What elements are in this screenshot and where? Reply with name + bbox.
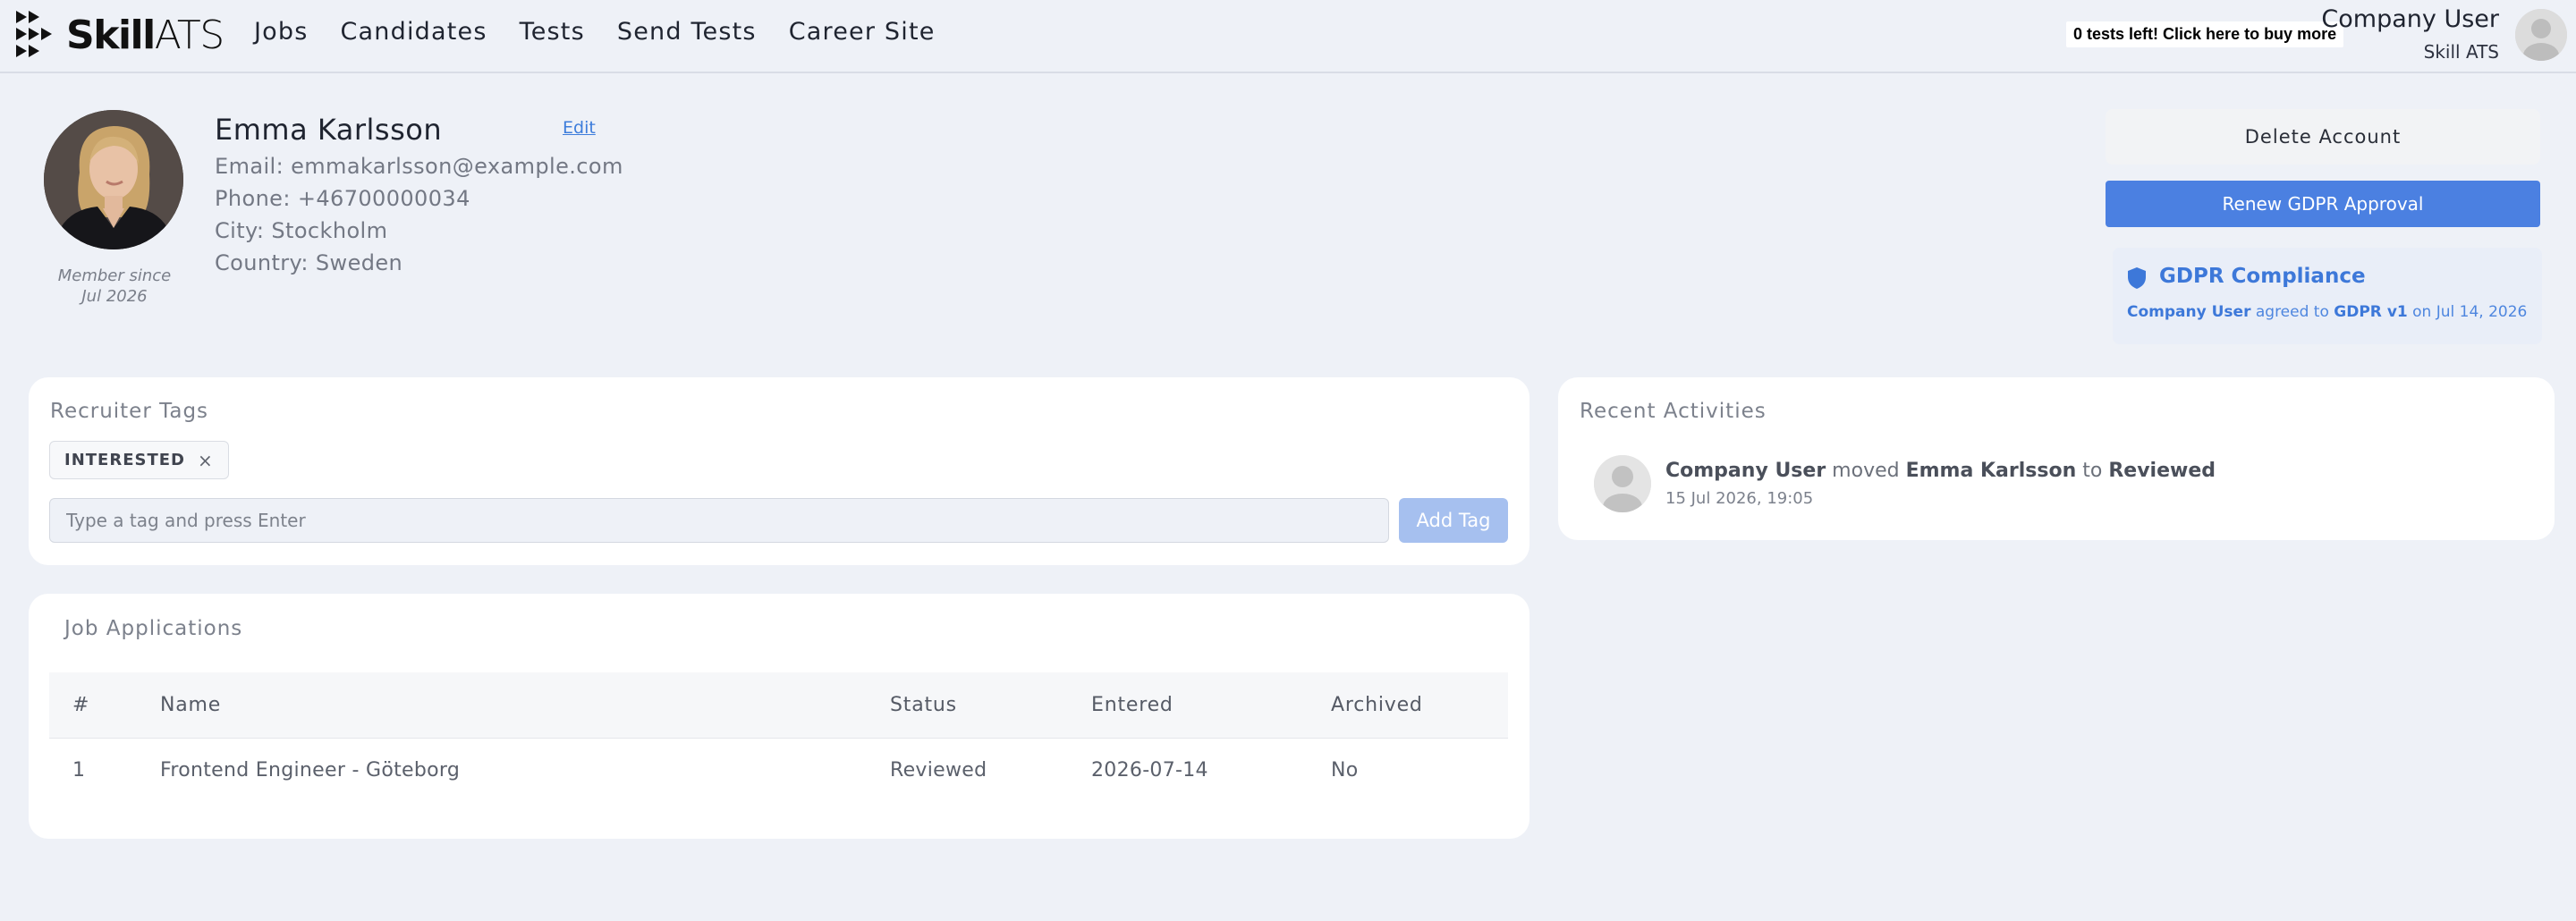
col-header-status[interactable]: Status <box>890 672 1091 739</box>
activity-actor: Company User <box>1665 460 1826 482</box>
candidate-photo <box>44 110 183 249</box>
candidate-name: Emma Karlsson <box>215 113 443 147</box>
candidate-country: Country: Sweden <box>215 250 403 275</box>
user-name: Company User <box>2321 5 2499 33</box>
job-applications-table: # Name Status Entered Archived 1 Fronten… <box>49 672 1508 802</box>
gdpr-agreed-text: agreed to <box>2255 303 2329 321</box>
gdpr-compliance-box <box>2113 248 2542 344</box>
candidate-city: City: Stockholm <box>215 218 388 243</box>
cell-job-name[interactable]: Frontend Engineer - Göteborg <box>160 738 890 802</box>
avatar-placeholder-icon <box>1594 455 1651 512</box>
col-header-entered[interactable]: Entered <box>1091 672 1331 739</box>
activity-item: Company User moved Emma Karlsson to Revi… <box>1665 460 2216 482</box>
gdpr-agreement: Company User agreed to GDPR v1 on Jul 14… <box>2127 303 2527 321</box>
main-nav: Jobs Candidates Tests Send Tests Career … <box>254 18 968 46</box>
gdpr-version: GDPR v1 <box>2334 303 2408 321</box>
table-header-row: # Name Status Entered Archived <box>49 672 1508 739</box>
cell-entered: 2026-07-14 <box>1091 758 1208 782</box>
activity-target: Reviewed <box>2108 460 2216 482</box>
tag-input[interactable] <box>49 498 1389 543</box>
nav-link-tests[interactable]: Tests <box>520 18 585 46</box>
col-header-name[interactable]: Name <box>160 672 890 739</box>
member-since-label: Member since <box>57 266 172 285</box>
logo-mark-icon <box>16 11 52 57</box>
recruiter-tags-title: Recruiter Tags <box>50 400 209 423</box>
top-navbar: SkillATS Jobs Candidates Tests Send Test… <box>0 0 2576 73</box>
nav-link-candidates[interactable]: Candidates <box>341 18 487 46</box>
add-tag-button[interactable]: Add Tag <box>1399 498 1508 543</box>
tag-label: INTERESTED <box>64 451 185 469</box>
nav-link-send-tests[interactable]: Send Tests <box>617 18 757 46</box>
candidate-email: Email: emmakarlsson@example.com <box>215 154 623 179</box>
gdpr-user: Company User <box>2127 303 2251 321</box>
remove-tag-icon[interactable]: × <box>198 450 214 471</box>
member-since: Member since Jul 2026 <box>49 266 180 307</box>
job-applications-title: Job Applications <box>64 617 243 640</box>
nav-link-career-site[interactable]: Career Site <box>789 18 936 46</box>
tag-chip-interested: INTERESTED × <box>49 441 229 479</box>
user-company: Skill ATS <box>2423 41 2499 63</box>
candidate-phone: Phone: +46700000034 <box>215 186 470 211</box>
col-header-index: # <box>49 672 160 739</box>
delete-account-button[interactable]: Delete Account <box>2106 109 2540 165</box>
renew-gdpr-button[interactable]: Renew GDPR Approval <box>2106 181 2540 227</box>
avatar-placeholder-icon <box>2515 9 2567 61</box>
gdpr-title: GDPR Compliance <box>2159 265 2366 288</box>
activity-prep: to <box>2082 460 2103 482</box>
activity-avatar <box>1594 455 1651 512</box>
cell-status: Reviewed <box>890 758 987 782</box>
activity-subject: Emma Karlsson <box>1905 460 2077 482</box>
edit-link[interactable]: Edit <box>563 118 596 138</box>
logo-wordmark: SkillATS <box>66 12 225 58</box>
member-since-date: Jul 2026 <box>81 287 148 306</box>
activity-timestamp: 15 Jul 2026, 19:05 <box>1665 489 1814 508</box>
nav-link-jobs[interactable]: Jobs <box>254 18 309 46</box>
activity-verb: moved <box>1832 460 1900 482</box>
logo[interactable]: SkillATS <box>14 9 225 61</box>
shield-icon <box>2128 267 2146 289</box>
cell-archived: No <box>1331 758 1359 782</box>
buy-tests-link[interactable]: 0 tests left! Click here to buy more <box>2066 21 2344 47</box>
gdpr-date: on Jul 14, 2026 <box>2412 303 2528 321</box>
recent-activities-title: Recent Activities <box>1580 400 1767 423</box>
table-row[interactable]: 1 Frontend Engineer - Göteborg Reviewed … <box>49 738 1508 802</box>
user-avatar[interactable] <box>2515 9 2567 61</box>
candidate-portrait <box>44 110 183 249</box>
col-header-archived[interactable]: Archived <box>1331 672 1508 739</box>
cell-index: 1 <box>72 758 86 782</box>
